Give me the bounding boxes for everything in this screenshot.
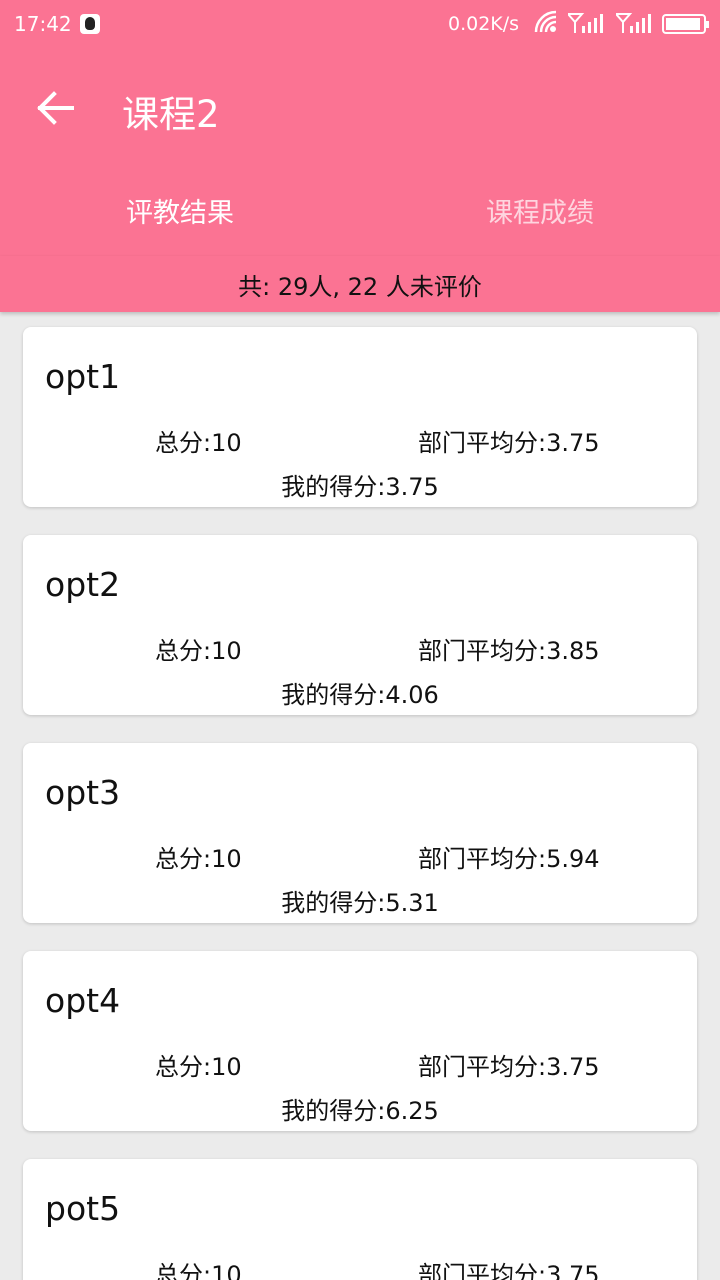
wifi-icon — [534, 10, 557, 33]
dept-average: 部门平均分:5.94 — [418, 845, 600, 873]
arrow-left-icon — [37, 91, 74, 125]
option-name: opt2 — [45, 565, 121, 604]
dept-average: 部门平均分:3.75 — [418, 429, 600, 457]
option-name: opt3 — [45, 773, 121, 812]
total-score: 总分:10 — [155, 1261, 242, 1280]
option-name: opt1 — [45, 357, 121, 396]
dept-average: 部门平均分:3.85 — [418, 637, 600, 665]
status-time: 17:42 — [14, 12, 72, 36]
toolbar: 课程2 — [0, 50, 720, 164]
my-score: 我的得分:3.75 — [281, 473, 439, 501]
my-score: 我的得分:4.06 — [281, 681, 439, 709]
list-item[interactable]: opt2 总分:10 部门平均分:3.85 我的得分:4.06 — [23, 535, 697, 715]
list-item[interactable]: opt1 总分:10 部门平均分:3.75 我的得分:3.75 — [23, 327, 697, 507]
tab-bar: 评教结果 课程成绩 — [0, 164, 720, 256]
dept-average: 部门平均分:3.75 — [418, 1261, 600, 1280]
signal-icon — [568, 13, 603, 33]
qq-icon — [80, 14, 100, 34]
back-button[interactable] — [30, 84, 82, 132]
page-title: 课程2 — [122, 93, 220, 136]
list-item[interactable]: pot5 总分:10 部门平均分:3.75 — [23, 1159, 697, 1280]
list-item[interactable]: opt3 总分:10 部门平均分:5.94 我的得分:5.31 — [23, 743, 697, 923]
network-speed: 0.02K/s — [448, 13, 520, 35]
summary-text: 共: 29人, 22 人未评价 — [0, 256, 720, 312]
tab-course-grades[interactable]: 课程成绩 — [360, 164, 720, 256]
battery-icon — [662, 14, 709, 34]
status-bar: 17:42 0.02K/s — [0, 0, 720, 50]
list-item[interactable]: opt4 总分:10 部门平均分:3.75 我的得分:6.25 — [23, 951, 697, 1131]
signal-icon — [616, 13, 651, 33]
total-score: 总分:10 — [155, 1053, 242, 1081]
total-score: 总分:10 — [155, 429, 242, 457]
score-list[interactable]: opt1 总分:10 部门平均分:3.75 我的得分:3.75 opt2 总分:… — [0, 312, 720, 1280]
my-score: 我的得分:6.25 — [281, 1097, 439, 1125]
tab-evaluation-result[interactable]: 评教结果 — [0, 164, 360, 256]
total-score: 总分:10 — [155, 845, 242, 873]
total-score: 总分:10 — [155, 637, 242, 665]
option-name: opt4 — [45, 981, 121, 1020]
my-score: 我的得分:5.31 — [281, 889, 439, 917]
option-name: pot5 — [45, 1189, 121, 1228]
dept-average: 部门平均分:3.75 — [418, 1053, 600, 1081]
